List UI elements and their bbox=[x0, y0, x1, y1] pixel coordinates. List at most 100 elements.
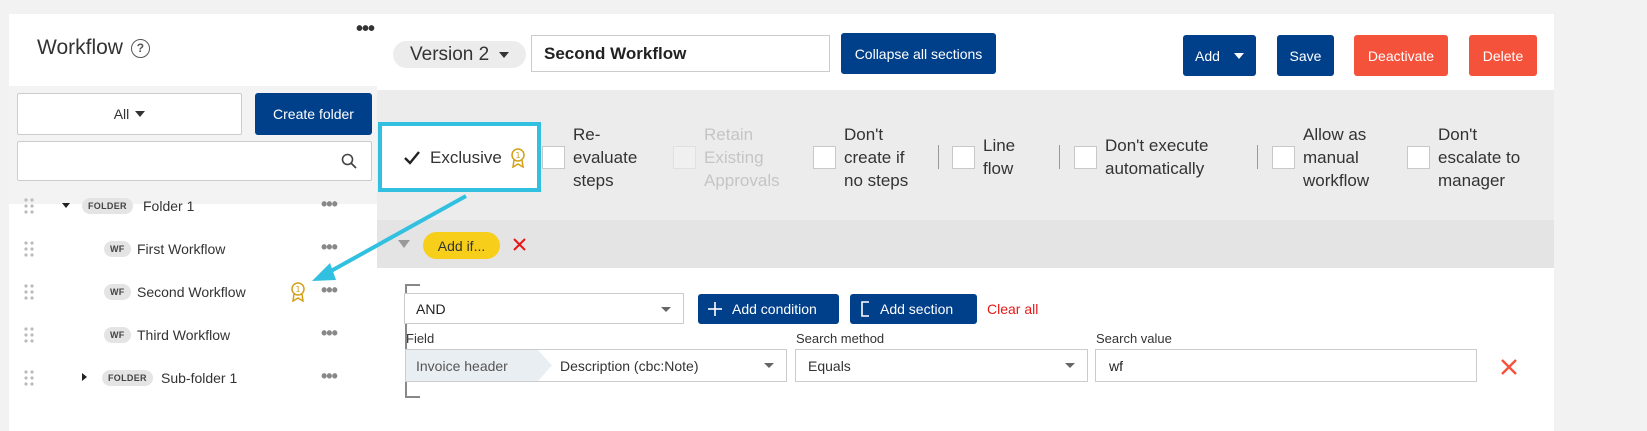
search-value-text: wf bbox=[1109, 357, 1123, 374]
checkbox-checked-icon[interactable] bbox=[402, 148, 422, 168]
drag-handle-icon[interactable] bbox=[24, 198, 34, 214]
add-section-button[interactable]: Add section bbox=[850, 294, 977, 324]
remove-condition-icon[interactable] bbox=[513, 238, 526, 251]
dont-escalate-checkbox[interactable] bbox=[1407, 146, 1430, 169]
collapse-toggle-icon[interactable] bbox=[398, 240, 410, 248]
options-divider bbox=[1257, 145, 1258, 169]
exclusive-award-icon: 1 bbox=[291, 282, 305, 302]
add-button-label: Add bbox=[1195, 47, 1220, 64]
deactivate-button[interactable]: Deactivate bbox=[1354, 35, 1448, 76]
drag-handle-icon[interactable] bbox=[24, 370, 34, 386]
search-method-value: Equals bbox=[808, 357, 851, 374]
label-line: no steps bbox=[844, 171, 909, 190]
dont-create-option[interactable]: Don't create if no steps bbox=[813, 123, 908, 192]
workflow-header: Version 2 Collapse all sections Add Save… bbox=[377, 14, 1554, 90]
help-icon[interactable]: ? bbox=[130, 38, 150, 58]
dont-execute-label: Don't execute automatically bbox=[1105, 134, 1208, 180]
exclusive-label: Exclusive bbox=[430, 148, 502, 167]
allow-manual-option[interactable]: Allow as manual workflow bbox=[1272, 123, 1369, 192]
version-select[interactable]: Version 2 bbox=[393, 41, 527, 68]
drag-handle-icon[interactable] bbox=[24, 241, 34, 257]
tree-row-sub-folder-1[interactable]: FOLDER Sub-folder 1 ••• bbox=[9, 358, 380, 398]
label-line: Re- bbox=[573, 125, 601, 144]
chevron-down-icon bbox=[135, 111, 146, 117]
exclusive-option[interactable]: Exclusive 1 bbox=[402, 146, 526, 169]
tree-label: Folder 1 bbox=[143, 198, 195, 214]
label-line: Don't execute bbox=[1105, 136, 1209, 155]
search-value-input[interactable]: wf bbox=[1095, 349, 1477, 382]
search-method-select[interactable]: Equals bbox=[795, 349, 1088, 382]
expand-caret-icon[interactable] bbox=[62, 203, 70, 208]
add-if-pill[interactable]: Add if... bbox=[423, 232, 500, 259]
row-more-icon[interactable]: ••• bbox=[321, 323, 338, 344]
save-button[interactable]: Save bbox=[1277, 35, 1334, 76]
create-folder-button[interactable]: Create folder bbox=[255, 93, 372, 135]
label-line: Approvals bbox=[704, 171, 780, 190]
wf-badge: WF bbox=[104, 284, 131, 300]
reevaluate-checkbox[interactable] bbox=[542, 146, 565, 169]
add-section-label: Add section bbox=[880, 301, 954, 317]
field-select[interactable]: Invoice header Description (cbc:Note) bbox=[405, 349, 787, 382]
label-line: Existing bbox=[704, 148, 764, 167]
tree-row-second-workflow[interactable]: WF Second Workflow 1 ••• bbox=[9, 272, 380, 312]
tree-row-folder-1[interactable]: FOLDER Folder 1 ••• bbox=[9, 186, 380, 226]
reevaluate-label: Re- evaluate steps bbox=[573, 123, 637, 192]
tree-label: First Workflow bbox=[137, 241, 226, 257]
chevron-down-icon bbox=[499, 51, 510, 58]
row-more-icon[interactable]: ••• bbox=[321, 237, 338, 258]
reevaluate-steps-option[interactable]: Re- evaluate steps bbox=[542, 123, 637, 192]
add-condition-button[interactable]: Add condition bbox=[698, 294, 839, 324]
field-value: Description (cbc:Note) bbox=[560, 357, 699, 374]
drag-handle-icon[interactable] bbox=[24, 284, 34, 300]
logic-operator-select[interactable]: AND bbox=[404, 293, 684, 324]
search-icon[interactable] bbox=[341, 153, 357, 169]
sidebar-title-text: Workflow bbox=[37, 36, 123, 59]
retain-approvals-option: Retain Existing Approvals bbox=[673, 123, 780, 192]
allow-manual-label: Allow as manual workflow bbox=[1303, 123, 1369, 192]
svg-text:1: 1 bbox=[295, 285, 300, 294]
label-line: Line bbox=[983, 136, 1016, 155]
line-flow-checkbox[interactable] bbox=[952, 145, 975, 169]
dont-create-checkbox[interactable] bbox=[813, 146, 836, 169]
row-more-icon[interactable]: ••• bbox=[321, 366, 338, 387]
delete-button[interactable]: Delete bbox=[1469, 35, 1537, 76]
label-line: Retain bbox=[704, 125, 754, 144]
folder-filter-select[interactable]: All bbox=[17, 93, 242, 135]
line-flow-label: Line flow bbox=[983, 134, 1015, 180]
tree-label: Second Workflow bbox=[137, 284, 246, 300]
label-line: create if bbox=[844, 148, 905, 167]
dont-execute-checkbox[interactable] bbox=[1074, 145, 1097, 169]
chevron-down-icon bbox=[1065, 363, 1075, 368]
label-line: automatically bbox=[1105, 159, 1205, 178]
options-divider bbox=[938, 145, 939, 169]
wf-badge: WF bbox=[104, 327, 131, 343]
chevron-down-icon bbox=[764, 363, 774, 368]
collapse-all-button[interactable]: Collapse all sections bbox=[841, 33, 996, 74]
tree-row-third-workflow[interactable]: WF Third Workflow ••• bbox=[9, 315, 380, 355]
wf-badge: WF bbox=[104, 241, 131, 257]
sidebar-more-icon[interactable]: ••• bbox=[356, 18, 375, 41]
workflow-name-input[interactable] bbox=[531, 35, 830, 72]
svg-text:1: 1 bbox=[515, 151, 520, 160]
chevron-down-icon bbox=[1233, 52, 1244, 59]
field-group-prefix: Invoice header bbox=[406, 350, 552, 381]
dont-execute-option[interactable]: Don't execute automatically bbox=[1074, 134, 1208, 180]
dont-escalate-label: Don't escalate to manager bbox=[1438, 123, 1520, 192]
sidebar-search-input[interactable] bbox=[17, 141, 372, 181]
drag-handle-icon[interactable] bbox=[24, 327, 34, 343]
retain-label: Retain Existing Approvals bbox=[704, 123, 780, 192]
row-more-icon[interactable]: ••• bbox=[321, 194, 338, 215]
allow-manual-checkbox[interactable] bbox=[1272, 146, 1295, 169]
row-more-icon[interactable]: ••• bbox=[321, 280, 338, 301]
label-line: manager bbox=[1438, 171, 1506, 190]
dont-escalate-option[interactable]: Don't escalate to manager bbox=[1407, 123, 1520, 192]
clear-all-link[interactable]: Clear all bbox=[987, 301, 1038, 317]
sidebar-title: Workflow ? bbox=[37, 36, 150, 60]
tree-row-first-workflow[interactable]: WF First Workflow ••• bbox=[9, 229, 380, 269]
field-label: Field bbox=[406, 331, 435, 346]
collapse-caret-icon[interactable] bbox=[82, 373, 87, 381]
line-flow-option[interactable]: Line flow bbox=[952, 134, 1015, 180]
add-dropdown-button[interactable]: Add bbox=[1183, 35, 1256, 76]
remove-row-icon[interactable] bbox=[1501, 359, 1517, 375]
folder-badge: FOLDER bbox=[82, 198, 133, 214]
